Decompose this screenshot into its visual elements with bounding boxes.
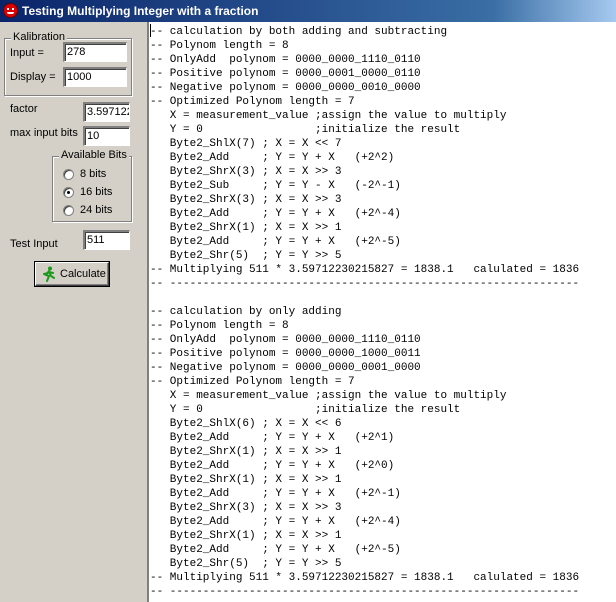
- output-line: -- Optimized Polynom length = 7: [150, 376, 355, 388]
- radio-24-bits[interactable]: 24 bits: [63, 202, 112, 218]
- output-line: Y = 0 ;initialize the result: [150, 404, 461, 416]
- calculate-button-label: Calculate: [60, 268, 106, 280]
- output-line: Byte2_Add ; Y = Y + X (+2^2): [150, 152, 395, 164]
- test-input-field[interactable]: 511: [83, 230, 130, 250]
- output-line: Byte2_ShrX(3) ; X = X >> 3: [150, 166, 342, 178]
- radio-button-8-bits[interactable]: [63, 168, 74, 180]
- input-label: Input =: [10, 47, 44, 59]
- output-line: -- calculation by both adding and subtra…: [150, 26, 448, 38]
- output-line: Byte2_Add ; Y = Y + X (+2^0): [150, 460, 395, 472]
- output-line: -- calculation by only adding: [150, 306, 342, 318]
- factor-label: factor: [10, 103, 38, 115]
- output-line: Byte2_Add ; Y = Y + X (+2^-1): [150, 488, 401, 500]
- output-line: Byte2_Add ; Y = Y + X (+2^1): [150, 432, 395, 444]
- display-label: Display =: [10, 71, 56, 83]
- output-line: Byte2_ShrX(1) ; X = X >> 1: [150, 474, 342, 486]
- output-line: -- Polynom length = 8: [150, 320, 289, 332]
- output-line: -- Optimized Polynom length = 7: [150, 96, 355, 108]
- radio-8-bits[interactable]: 8 bits: [63, 166, 106, 182]
- max-input-bits-label: max input bits: [10, 127, 78, 139]
- output-line: -- OnlyAdd polynom = 0000_0000_1110_0110: [150, 54, 421, 66]
- output-line: -- Negative polynom = 0000_0000_0001_000…: [150, 362, 421, 374]
- output-line: Byte2_ShrX(1) ; X = X >> 1: [150, 222, 342, 234]
- output-line: Byte2_Add ; Y = Y + X (+2^-4): [150, 516, 401, 528]
- control-panel: Kalibration Input = 278 Display = 1000 f…: [0, 22, 147, 602]
- output-line: Byte2_ShrX(1) ; X = X >> 1: [150, 530, 342, 542]
- output-line: Y = 0 ;initialize the result: [150, 124, 461, 136]
- factor-field[interactable]: 3.597122: [83, 102, 130, 122]
- calculate-button[interactable]: Calculate: [35, 262, 109, 286]
- output-line: -- -------------------------------------…: [150, 586, 580, 598]
- output-line: -- Multiplying 511 * 3.59712230215827 = …: [150, 572, 580, 584]
- output-line: X = measurement_value ;assign the value …: [150, 110, 507, 122]
- output-line: Byte2_Shr(5) ; Y = Y >> 5: [150, 558, 342, 570]
- radio-button-24-bits[interactable]: [63, 204, 74, 216]
- max-input-bits-field[interactable]: 10: [83, 126, 130, 146]
- output-line: -- Polynom length = 8: [150, 40, 289, 52]
- kalibration-caption: Kalibration: [11, 31, 67, 43]
- output-line: -- Multiplying 511 * 3.59712230215827 = …: [150, 264, 580, 276]
- radio-button-16-bits[interactable]: [63, 186, 74, 198]
- radio-label-24-bits: 24 bits: [80, 204, 113, 216]
- kalibration-display-field[interactable]: 1000: [63, 67, 127, 87]
- output-line: Byte2_ShrX(1) ; X = X >> 1: [150, 446, 342, 458]
- output-line: X = measurement_value ;assign the value …: [150, 390, 507, 402]
- output-line: -- -------------------------------------…: [150, 278, 580, 290]
- output-line: -- OnlyAdd polynom = 0000_0000_1110_0110: [150, 334, 421, 346]
- output-line: Byte2_Sub ; Y = Y - X (-2^-1): [150, 180, 401, 192]
- title-bar[interactable]: Testing Multiplying Integer with a fract…: [0, 0, 616, 22]
- output-line: Byte2_ShlX(6) ; X = X << 6: [150, 418, 342, 430]
- kalibration-input-field[interactable]: 278: [63, 42, 127, 62]
- output-line: Byte2_ShrX(3) ; X = X >> 3: [150, 194, 342, 206]
- app-icon[interactable]: [3, 3, 18, 18]
- output-line: Byte2_Shr(5) ; Y = Y >> 5: [150, 250, 342, 262]
- output-memo[interactable]: -- calculation by both adding and subtra…: [150, 22, 616, 602]
- output-line: Byte2_Add ; Y = Y + X (+2^-5): [150, 236, 401, 248]
- output-line: Byte2_ShrX(3) ; X = X >> 3: [150, 502, 342, 514]
- output-line: -- Positive polynom = 0000_0001_0000_011…: [150, 68, 421, 80]
- output-line: Byte2_ShlX(7) ; X = X << 7: [150, 138, 342, 150]
- output-line: -- Negative polynom = 0000_0000_0010_000…: [150, 82, 421, 94]
- output-line: Byte2_Add ; Y = Y + X (+2^-4): [150, 208, 401, 220]
- output-lines: -- calculation by both adding and subtra…: [150, 25, 616, 599]
- running-man-icon: [42, 266, 56, 282]
- test-input-label: Test Input: [10, 238, 58, 250]
- available-bits-caption: Available Bits: [59, 149, 129, 161]
- available-bits-group: Available Bits 8 bits 16 bits 24 bits: [52, 149, 132, 222]
- window-title: Testing Multiplying Integer with a fract…: [22, 4, 259, 18]
- text-caret: [150, 24, 151, 37]
- radio-label-8-bits: 8 bits: [80, 168, 107, 180]
- output-line: -- Positive polynom = 0000_0000_1000_001…: [150, 348, 421, 360]
- output-line: Byte2_Add ; Y = Y + X (+2^-5): [150, 544, 401, 556]
- radio-16-bits[interactable]: 16 bits: [63, 184, 112, 200]
- radio-label-16-bits: 16 bits: [80, 186, 113, 198]
